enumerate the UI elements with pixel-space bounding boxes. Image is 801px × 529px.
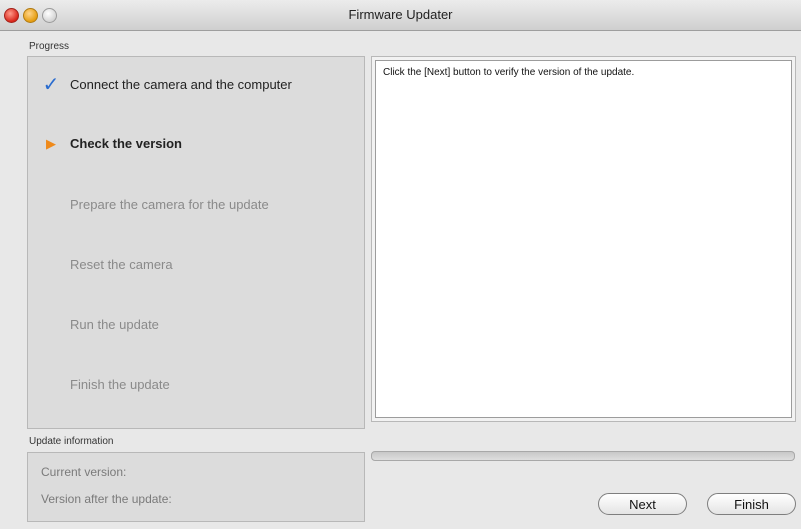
step-label: Run the update — [70, 317, 159, 332]
update-information-label: Update information — [29, 436, 114, 447]
step-label: Prepare the camera for the update — [70, 197, 269, 212]
message-panel: Click the [Next] button to verify the ve… — [371, 56, 796, 422]
step-label: Reset the camera — [70, 257, 173, 272]
update-information-panel: Current version: Version after the updat… — [27, 452, 365, 522]
progress-steps-panel: ✓ Connect the camera and the computer ▶ … — [27, 56, 365, 429]
version-after-update-label: Version after the update: — [41, 492, 172, 506]
title-bar: Firmware Updater — [0, 0, 801, 31]
window-title: Firmware Updater — [348, 7, 453, 22]
message-text: Click the [Next] button to verify the ve… — [375, 60, 792, 418]
checkmark-icon: ✓ — [42, 74, 60, 96]
step-label: Check the version — [70, 136, 182, 151]
next-button[interactable]: Next — [598, 493, 687, 515]
step-label: Connect the camera and the computer — [70, 77, 292, 92]
current-version-label: Current version: — [41, 465, 127, 479]
step-label: Finish the update — [70, 377, 170, 392]
update-progress-bar — [371, 451, 795, 461]
arrow-right-icon: ▶ — [46, 136, 56, 151]
firmware-updater-window: Firmware Updater Progress ✓ Connect the … — [0, 0, 801, 529]
finish-button[interactable]: Finish — [707, 493, 796, 515]
progress-section-label: Progress — [29, 41, 70, 52]
